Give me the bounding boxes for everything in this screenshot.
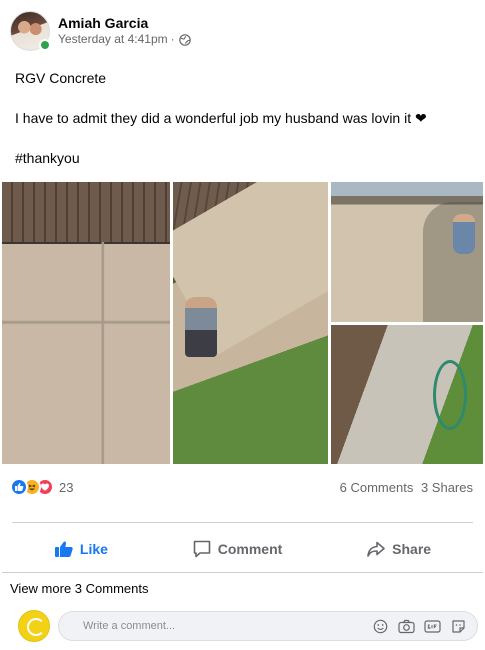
garden-hose: [433, 360, 467, 430]
comments-count-link[interactable]: 6 Comments: [340, 480, 414, 495]
divider: [2, 572, 483, 573]
emoji-icon[interactable]: [371, 617, 389, 635]
post-photo-2[interactable]: [173, 182, 328, 464]
post-header: Amiah Garcia Yesterday at 4:41pm ·: [10, 10, 191, 52]
reaction-summary[interactable]: 23: [10, 478, 73, 496]
share-label: Share: [392, 541, 432, 557]
post-meta: Yesterday at 4:41pm ·: [58, 32, 191, 47]
worker-figure: [453, 214, 475, 254]
comment-input[interactable]: [83, 620, 363, 632]
post-photo-3[interactable]: [331, 182, 483, 322]
like-label: Like: [79, 541, 108, 557]
thumbs-up-icon: [54, 541, 73, 557]
comment-button[interactable]: Comment: [192, 539, 283, 559]
like-icon: [10, 478, 28, 496]
post-timestamp[interactable]: Yesterday at 4:41pm: [58, 32, 168, 47]
post-actions: Like Comment Share: [12, 532, 473, 566]
reaction-count: 23: [59, 479, 74, 495]
post-body: RGV Concrete I have to admit they did a …: [15, 68, 470, 188]
worker-figure: [185, 297, 217, 357]
gif-icon[interactable]: [423, 617, 441, 635]
comment-label: Comment: [217, 541, 283, 557]
current-user-avatar[interactable]: [18, 610, 50, 642]
author-name[interactable]: Amiah Garcia: [58, 15, 191, 32]
like-button[interactable]: Like: [54, 540, 108, 558]
post-text-hashtag[interactable]: #thankyou: [15, 148, 470, 168]
comment-input-wrapper: [58, 611, 478, 641]
comment-composer: [18, 610, 478, 642]
author-block: Amiah Garcia Yesterday at 4:41pm ·: [58, 15, 191, 47]
post-photo-4[interactable]: [331, 325, 483, 464]
camera-icon[interactable]: [397, 617, 415, 635]
meta-separator: ·: [170, 32, 175, 46]
photo-gallery: [2, 182, 483, 464]
divider: [12, 522, 473, 523]
post-text-line: I have to admit they did a wonderful job…: [15, 110, 427, 126]
engagement-counts: 6 Comments 3 Shares: [336, 480, 473, 495]
post-photo-1[interactable]: [2, 182, 170, 464]
view-more-comments-link[interactable]: View more 3 Comments: [10, 581, 148, 596]
online-status-dot: [39, 39, 51, 51]
globe-icon[interactable]: [178, 33, 191, 46]
sticker-icon[interactable]: [449, 617, 467, 635]
fence-backdrop: [2, 182, 170, 242]
shares-count-link[interactable]: 3 Shares: [421, 480, 473, 495]
post-text-line: RGV Concrete: [15, 70, 107, 86]
author-avatar[interactable]: [10, 11, 51, 51]
comment-icon: [193, 540, 211, 558]
share-button[interactable]: Share: [366, 539, 431, 559]
share-icon: [367, 541, 385, 557]
